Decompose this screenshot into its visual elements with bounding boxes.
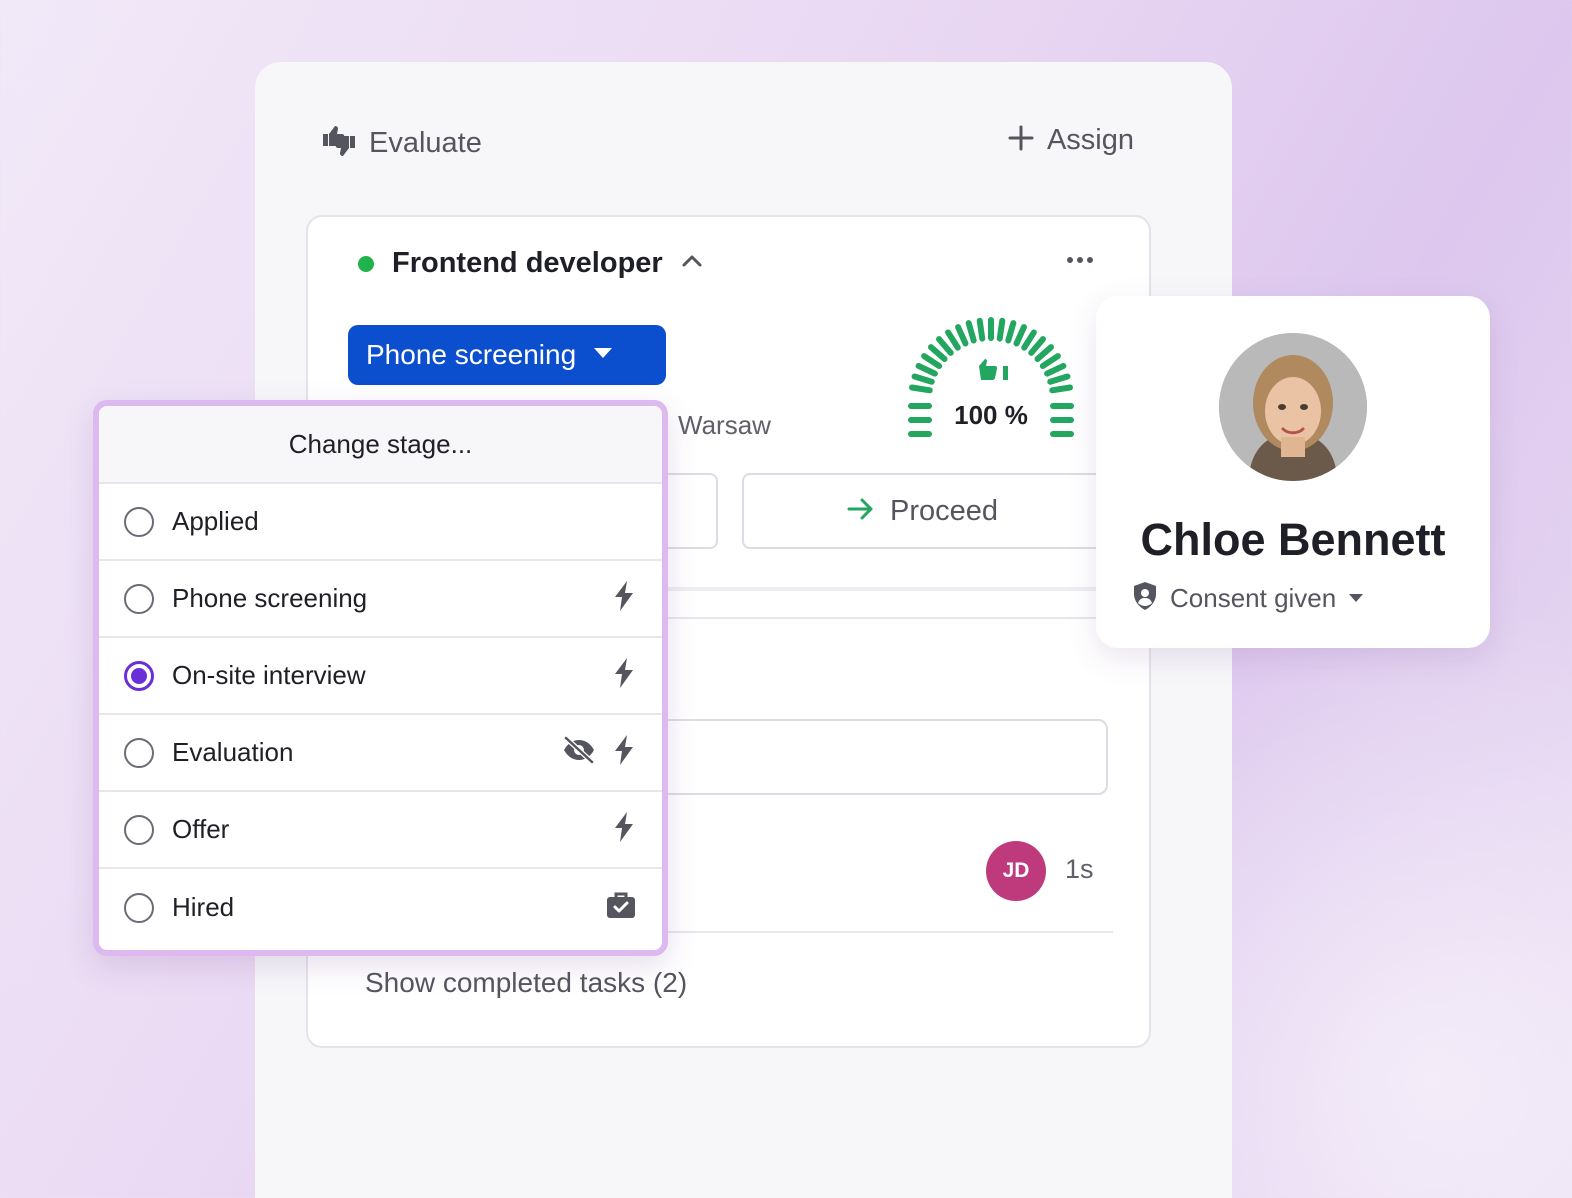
- thumbs-up-down-icon: [321, 124, 357, 163]
- stage-option-label: Offer: [172, 814, 230, 844]
- match-gauge: 100 %: [901, 312, 1081, 452]
- bolt-icon: [612, 811, 636, 848]
- stage-option-label: Phone screening: [172, 583, 368, 613]
- gauge-tick: [1028, 336, 1046, 356]
- stage-option-label: Applied: [172, 506, 259, 536]
- stage-option-label: On-site interview: [172, 660, 366, 690]
- bolt-icon: [612, 580, 636, 617]
- assign-button[interactable]: Assign: [1007, 124, 1134, 157]
- consent-label: Consent given: [1170, 583, 1337, 613]
- radio-button[interactable]: [124, 737, 154, 768]
- status-dot: [358, 255, 374, 272]
- gauge-tick: [911, 373, 935, 385]
- change-stage-header: Change stage...: [99, 406, 662, 484]
- stage-option-applied[interactable]: Applied: [99, 484, 662, 561]
- bolt-icon: [612, 734, 636, 771]
- gauge-tick: [1013, 324, 1027, 347]
- evaluate-label: Evaluate: [369, 127, 482, 159]
- stage-option-label: Hired: [172, 892, 235, 922]
- change-stage-title: Change stage...: [288, 428, 473, 459]
- job-title-row[interactable]: Frontend developer: [358, 247, 703, 280]
- bolt-icon: [612, 657, 636, 694]
- chevron-up-icon[interactable]: [681, 254, 703, 273]
- radio-button[interactable]: [124, 892, 154, 923]
- gauge-tick: [1047, 373, 1071, 385]
- stage-option-on-site-interview[interactable]: On-site interview: [99, 638, 662, 715]
- shield-user-icon: [1132, 581, 1158, 616]
- assign-label: Assign: [1046, 124, 1134, 156]
- evaluate-tab[interactable]: Evaluate: [321, 124, 482, 163]
- gauge-tick: [955, 324, 969, 347]
- consent-dropdown[interactable]: Consent given: [1132, 581, 1364, 616]
- more-options-icon[interactable]: [1067, 257, 1093, 263]
- stage-option-label: Evaluation: [172, 737, 294, 767]
- briefcase-check-icon: [606, 891, 636, 924]
- gauge-tick: [1005, 320, 1017, 344]
- stage-option-hired[interactable]: Hired: [99, 869, 662, 946]
- stage-option-phone-screening[interactable]: Phone screening: [99, 561, 662, 638]
- radio-button-selected[interactable]: [124, 660, 154, 691]
- stage-dropdown-button[interactable]: Phone screening: [348, 325, 666, 385]
- gauge-tick: [908, 384, 933, 394]
- caret-down-icon: [1348, 590, 1364, 608]
- tasks-divider: [608, 931, 1113, 933]
- gauge-tick: [1044, 362, 1067, 377]
- task-input[interactable]: [608, 719, 1108, 795]
- gauge-tick: [927, 344, 948, 362]
- eye-slash-icon: [562, 736, 596, 769]
- gauge-tick: [1049, 384, 1074, 394]
- radio-button[interactable]: [124, 814, 154, 845]
- plus-icon: [1007, 124, 1035, 157]
- proceed-label: Proceed: [890, 494, 999, 527]
- assignee-avatar: JD: [986, 841, 1046, 901]
- candidate-profile-card: Chloe Bennett Consent given: [1096, 296, 1490, 648]
- gauge-tick: [936, 336, 954, 356]
- stage-button-label: Phone screening: [366, 339, 577, 370]
- gauge-tick: [1039, 353, 1061, 369]
- job-location: Warsaw: [678, 410, 771, 440]
- stage-option-evaluation[interactable]: Evaluation: [99, 715, 662, 792]
- panel-header: Evaluate Assign: [321, 120, 1134, 164]
- show-completed-tasks-link[interactable]: Show completed tasks (2): [365, 967, 687, 999]
- section-divider: [608, 587, 1149, 591]
- gauge-tick: [996, 317, 1006, 342]
- radio-button[interactable]: [124, 506, 154, 537]
- caret-down-icon: [592, 346, 614, 365]
- candidate-name: Chloe Bennett: [1140, 514, 1446, 565]
- hand-icon: [975, 356, 1013, 391]
- gauge-tick: [976, 317, 986, 342]
- arrow-right-icon: [846, 496, 876, 527]
- job-title: Frontend developer: [392, 247, 663, 279]
- radio-button[interactable]: [124, 583, 154, 614]
- gauge-tick: [945, 329, 961, 351]
- candidate-avatar: [1219, 333, 1367, 481]
- gauge-tick: [1034, 344, 1055, 362]
- change-stage-menu: Change stage... Applied Phone screening …: [93, 400, 668, 956]
- match-score: 100 %: [954, 400, 1028, 430]
- section-divider-thin: [608, 617, 1149, 619]
- gauge-tick: [915, 362, 938, 377]
- gauge-tick: [1021, 329, 1037, 351]
- gauge-tick: [921, 353, 943, 369]
- stage-option-offer[interactable]: Offer: [99, 792, 662, 869]
- gauge-tick: [965, 320, 977, 344]
- task-time: 1s: [1065, 854, 1094, 884]
